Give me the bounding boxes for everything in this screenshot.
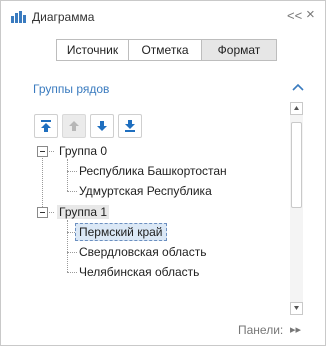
caret-up-icon <box>294 106 299 110</box>
move-to-top-button[interactable] <box>34 114 58 138</box>
scroll-thumb[interactable] <box>291 122 302 208</box>
tab-format[interactable]: Формат <box>201 39 277 61</box>
caret-down-icon <box>294 306 299 310</box>
section-title: Группы рядов <box>33 82 110 96</box>
move-up-button[interactable] <box>62 114 86 138</box>
move-down-button[interactable] <box>90 114 114 138</box>
collapse-toggle-icon[interactable] <box>37 207 48 218</box>
tree-group-0[interactable]: Группа 0 <box>59 144 107 158</box>
tree-group-1[interactable]: Группа 1 <box>57 205 110 219</box>
scroll-down-button[interactable] <box>290 302 303 315</box>
tree-item[interactable]: Челябинская область <box>79 265 199 279</box>
arrow-up-icon <box>69 121 79 131</box>
tree-item-focused[interactable]: Пермский край <box>75 223 167 241</box>
close-icon[interactable]: × <box>306 6 315 23</box>
tree-connector <box>67 171 77 172</box>
collapse-panel-icon[interactable]: << <box>287 8 302 23</box>
tab-bar: Источник Отметка Формат <box>56 39 277 61</box>
move-to-bottom-button[interactable] <box>118 114 142 138</box>
arrow-down-to-line-icon <box>125 120 135 132</box>
tree-item[interactable]: Республика Башкортостан <box>79 164 227 178</box>
tree-connector <box>67 191 77 192</box>
tree-connector <box>67 272 77 273</box>
tree-connector <box>67 232 75 233</box>
chart-panel: Диаграмма << × Источник Отметка Формат Г… <box>0 0 326 346</box>
next-panels-icon[interactable]: ▸▸ <box>290 323 301 336</box>
bar-chart-icon <box>11 11 26 23</box>
arrow-up-to-line-icon <box>41 120 51 132</box>
tree-item[interactable]: Свердловская область <box>79 245 206 259</box>
tree-connector <box>67 220 68 272</box>
panel-title: Диаграмма <box>32 10 95 24</box>
tree-scrollbar[interactable] <box>290 102 303 316</box>
tree-connector <box>67 159 68 191</box>
chevron-up-icon[interactable] <box>291 81 305 91</box>
panels-label: Панели: <box>238 323 284 337</box>
scroll-up-button[interactable] <box>290 102 303 115</box>
series-groups-tree: Группа 0 Республика Башкортостан Удмуртс… <box>31 141 286 321</box>
order-toolbar <box>34 114 146 138</box>
tree-connector <box>67 252 77 253</box>
tab-marker[interactable]: Отметка <box>128 39 202 61</box>
tree-item[interactable]: Удмуртская Республика <box>79 184 212 198</box>
tab-source[interactable]: Источник <box>56 39 129 61</box>
arrow-down-icon <box>97 121 107 131</box>
panel-titlebar: Диаграмма << × <box>1 1 325 33</box>
series-groups-section-header[interactable]: Группы рядов <box>1 69 325 103</box>
tree-connector <box>42 155 43 211</box>
collapse-toggle-icon[interactable] <box>37 146 48 157</box>
